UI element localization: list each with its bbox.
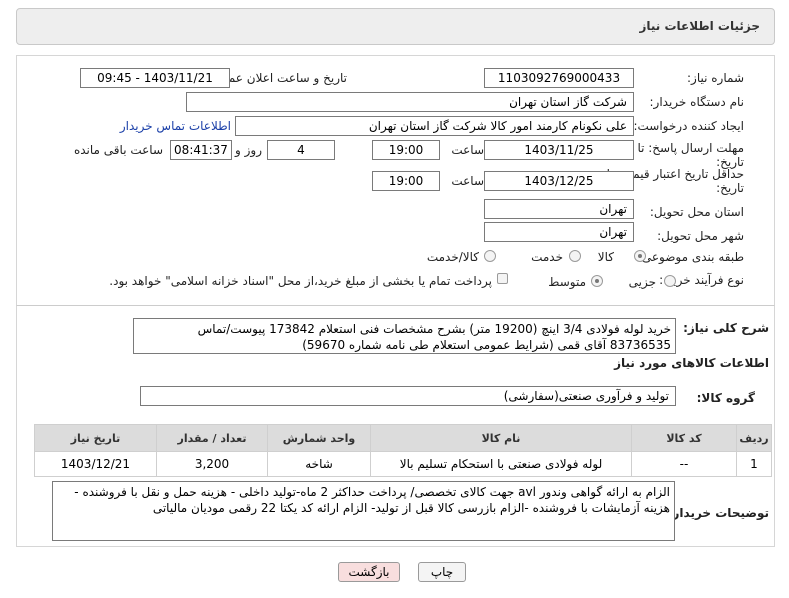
days-remaining-field: 4 — [267, 140, 335, 160]
category-radio-goods-service[interactable] — [484, 250, 496, 262]
creator-field: علی نکونام کارمند امور کالا شرکت گاز است… — [235, 116, 634, 136]
payment-note: پرداخت تمام یا بخشی از مبلغ خرید،از محل … — [109, 274, 492, 288]
validity-date-field: 1403/12/25 — [484, 171, 634, 191]
deadline-time-field: 19:00 — [372, 140, 440, 160]
validity-time-field: 19:00 — [372, 171, 440, 191]
deadline-time-label: ساعت — [451, 143, 484, 157]
col-name-header: نام کالا — [370, 424, 632, 452]
cell-row-number: 1 — [736, 451, 772, 477]
goods-table: ردیف کد کالا نام کالا واحد شمارش تعداد /… — [34, 424, 772, 477]
cell-code: -- — [631, 451, 737, 477]
col-date-header: تاریخ نیاز — [34, 424, 157, 452]
process-option-medium: متوسط — [548, 275, 586, 289]
buyer-contact-link[interactable]: اطلاعات تماس خریدار — [120, 119, 231, 133]
category-option-service: خدمت — [531, 250, 563, 264]
goods-group-field: تولید و فرآوری صنعتی(سفارشی) — [140, 386, 676, 406]
category-radio-service[interactable] — [569, 250, 581, 262]
treasury-payment-checkbox[interactable] — [497, 273, 508, 284]
category-option-goods-service: کالا/خدمت — [426, 250, 479, 264]
remaining-time-field: 08:41:37 — [170, 140, 232, 160]
validity-label-date: تاریخ: — [716, 181, 744, 195]
need-number-field: 1103092769000433 — [484, 68, 634, 88]
buyer-org-field: شرکت گاز استان تهران — [186, 92, 634, 112]
table-row: 1 -- لوله فولادی صنعتی با استحکام تسلیم … — [34, 451, 772, 477]
category-radio-goods[interactable] — [634, 250, 646, 262]
back-button[interactable]: بازگشت — [338, 562, 400, 582]
deadline-label: مهلت ارسال پاسخ: تا — [637, 141, 744, 155]
cell-unit: شاخه — [267, 451, 371, 477]
col-quantity-header: تعداد / مقدار — [156, 424, 268, 452]
goods-info-title: اطلاعات کالاهای مورد نیاز — [614, 356, 769, 370]
announce-datetime-field: 1403/11/21 - 09:45 — [80, 68, 230, 88]
category-label: طبقه بندی موضوعی: — [637, 250, 744, 264]
remaining-label: ساعت باقی مانده — [73, 143, 163, 157]
cell-quantity: 3,200 — [156, 451, 268, 477]
description-textarea[interactable]: خرید لوله فولادی 3/4 اینچ (19200 متر) بش… — [133, 318, 676, 354]
process-radio-minor[interactable] — [664, 275, 676, 287]
process-radio-medium[interactable] — [591, 275, 603, 287]
description-text: خرید لوله فولادی 3/4 اینچ (19200 متر) بش… — [197, 322, 671, 352]
days-label: روز و — [235, 143, 262, 157]
buyer-notes-textarea[interactable]: الزام به ارائه گواهی وندور avl جهت کالای… — [52, 481, 675, 541]
goods-group-label: گروه کالا: — [696, 391, 755, 405]
process-option-minor: جزیی — [628, 275, 656, 289]
deadline-date-field: 1403/11/25 — [484, 140, 634, 160]
need-number-label: شماره نیاز: — [687, 71, 744, 85]
buyer-org-label: نام دستگاه خریدار: — [649, 95, 745, 109]
description-label: شرح کلی نیاز: — [683, 321, 769, 335]
city-label: شهر محل تحویل: — [657, 229, 744, 243]
cell-need-date: 1403/12/21 — [34, 451, 157, 477]
province-field: تهران — [484, 199, 634, 219]
col-code-header: کد کالا — [631, 424, 737, 452]
category-option-goods: کالا — [597, 250, 614, 264]
buyer-notes-text: الزام به ارائه گواهی وندور avl جهت کالای… — [74, 485, 670, 515]
province-label: استان محل تحویل: — [649, 205, 744, 219]
validity-time-label: ساعت — [451, 174, 484, 188]
print-button[interactable]: چاپ — [418, 562, 466, 582]
city-field: تهران — [484, 222, 634, 242]
details-panel-header: جزئیات اطلاعات نیاز — [16, 8, 775, 45]
cell-name: لوله فولادی صنعتی با استحکام تسلیم بالا — [370, 451, 632, 477]
col-row-header: ردیف — [736, 424, 772, 452]
goods-table-header: ردیف کد کالا نام کالا واحد شمارش تعداد /… — [34, 424, 772, 452]
panel-title: جزئیات اطلاعات نیاز — [639, 19, 760, 33]
col-unit-header: واحد شمارش — [267, 424, 371, 452]
creator-label: ایجاد کننده درخواست: — [633, 119, 744, 133]
buyer-notes-label: توضیحات خریدار: — [667, 506, 769, 520]
